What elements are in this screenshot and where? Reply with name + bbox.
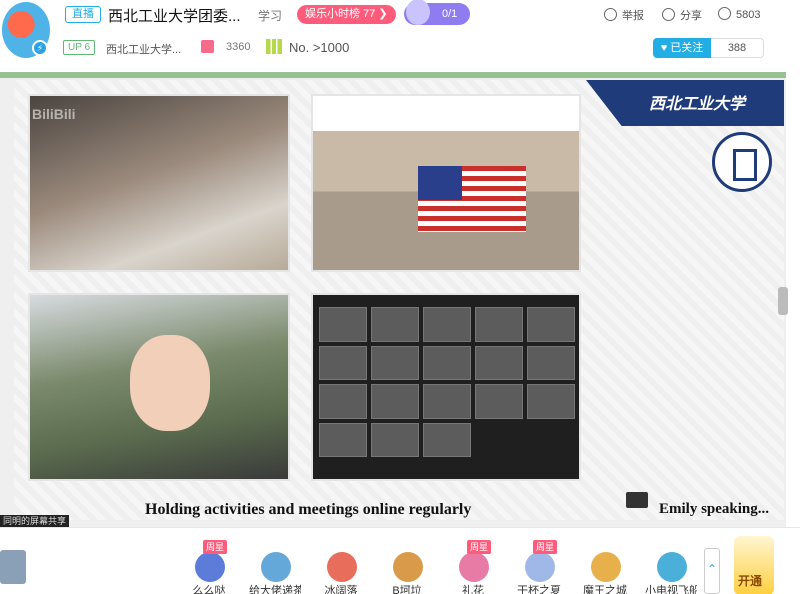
weekly-star-tag: 周星 xyxy=(203,540,228,554)
call-tile xyxy=(371,307,419,342)
call-tile xyxy=(527,307,575,342)
gift-icon xyxy=(459,552,489,582)
call-tile xyxy=(319,345,367,380)
call-tile xyxy=(423,422,471,457)
live-badge: 直播 xyxy=(65,6,101,23)
call-tile xyxy=(371,384,419,419)
gift-name: B坷垃 xyxy=(392,585,422,594)
weekly-star-tag: 周星 xyxy=(467,540,492,554)
gift-name: 礼花 xyxy=(462,585,484,594)
gift-name: 魔王之城 xyxy=(583,585,627,594)
video-call-grid xyxy=(319,307,575,457)
weekly-star-tag: 周星 xyxy=(533,540,558,554)
selfie-face xyxy=(130,335,210,431)
viewer-count: 5803 xyxy=(718,7,760,21)
call-tile xyxy=(475,384,523,419)
warning-icon xyxy=(604,8,617,21)
gift-icon xyxy=(201,40,214,53)
gift-name: 冰阔落 xyxy=(324,585,358,594)
call-tile xyxy=(371,345,419,380)
speaker-label: Emily speaking... xyxy=(659,501,770,517)
gift-name: 给大佬递茶 xyxy=(249,585,301,594)
task-progress-pill[interactable]: 0/1 xyxy=(404,0,470,25)
follower-count: 388 xyxy=(711,38,764,58)
open-label: 开通 xyxy=(738,574,763,588)
university-name: 西北工业大学 xyxy=(649,96,746,113)
photo-selfie xyxy=(28,293,290,481)
rank-bars-icon xyxy=(266,39,282,54)
gift-item[interactable]: 给大佬递茶 xyxy=(249,540,301,594)
bolt-icon: ⚡ xyxy=(32,40,48,56)
expand-gifts-button[interactable]: ⌃ xyxy=(704,548,720,594)
people-icon xyxy=(718,7,731,20)
call-tile xyxy=(475,345,523,380)
gift-name: 么么哒 xyxy=(192,585,226,594)
gift-name: 小电视飞船 xyxy=(645,585,697,594)
gift-pack-icon[interactable] xyxy=(0,550,26,584)
call-tile xyxy=(423,345,471,380)
photo-online-meeting xyxy=(311,293,581,481)
gift-item[interactable]: 周星么么哒 xyxy=(183,540,235,594)
category-link[interactable]: 学习 xyxy=(258,7,282,24)
call-tile xyxy=(527,384,575,419)
call-tile xyxy=(527,345,575,380)
room-title: 西北工业大学团委... xyxy=(108,8,241,25)
share-button[interactable]: 分享 xyxy=(662,7,702,23)
gift-item[interactable]: 周星干杯之夏 xyxy=(513,540,565,594)
report-label: 举报 xyxy=(622,10,644,22)
gift-icon xyxy=(525,552,555,582)
player-progress-strip xyxy=(0,72,786,78)
open-guard-button[interactable]: 开通 xyxy=(734,536,774,594)
call-tile xyxy=(423,307,471,342)
call-tile xyxy=(319,422,367,457)
gift-icon xyxy=(657,552,687,582)
gift-icon xyxy=(195,552,225,582)
watermark: BiliBili xyxy=(32,106,76,122)
us-flag-image xyxy=(418,166,526,232)
gift-name: 干杯之夏 xyxy=(517,585,561,594)
gift-item[interactable]: 周星礼花 xyxy=(447,540,499,594)
gift-icon xyxy=(591,552,621,582)
call-tile xyxy=(475,307,523,342)
gift-bar: 周星 么么哒 给大佬递茶 冰阔落 B坷垃 周星 礼花 周星 干杯之夏 魔王之城 小电视飞船 ⌃ 开通 xyxy=(0,527,800,594)
radio-icon xyxy=(626,492,648,508)
room-header: ⚡ 直播 西北工业大学团委... 学习 娱乐小时榜 77 ❯ 0/1 举报 分享… xyxy=(0,0,800,72)
follow-button[interactable]: ♥ 已关注 xyxy=(653,38,711,58)
call-tile xyxy=(371,422,419,457)
photo-workshop: BiliBili xyxy=(28,94,290,272)
call-tile xyxy=(423,384,471,419)
report-button[interactable]: 举报 xyxy=(604,7,644,23)
gift-icon xyxy=(327,552,357,582)
share-label: 分享 xyxy=(680,10,702,22)
call-tile xyxy=(319,384,367,419)
share-icon xyxy=(662,8,675,21)
gift-item[interactable]: 魔王之城 xyxy=(579,540,631,594)
video-player[interactable]: BiliBili 西北工业大学 Holding activities and m… xyxy=(0,72,788,528)
rank-text: No. >1000 xyxy=(289,40,350,55)
gift-icon xyxy=(393,552,423,582)
hourly-rank-pill[interactable]: 娱乐小时榜 77 ❯ xyxy=(297,5,396,24)
photo-flag-group xyxy=(311,94,581,272)
presentation-slide: BiliBili 西北工业大学 Holding activities and m… xyxy=(14,80,784,520)
mascot-icon xyxy=(406,0,430,25)
gift-item[interactable]: 小电视飞船 xyxy=(645,540,697,594)
anchor-name[interactable]: 西北工业大学... xyxy=(106,41,181,57)
task-progress: 0/1 xyxy=(442,8,458,20)
gift-icon xyxy=(261,552,291,582)
gift-item[interactable]: B坷垃 xyxy=(381,540,433,594)
viewer-count-value: 5803 xyxy=(736,9,761,21)
slide-caption: Holding activities and meetings online r… xyxy=(145,501,472,518)
gift-item[interactable]: 冰阔落 xyxy=(315,540,367,594)
gift-count: 3360 xyxy=(226,41,251,53)
call-tile xyxy=(319,307,367,342)
side-collapse-handle[interactable] xyxy=(778,287,788,315)
club-seal-logo xyxy=(712,132,772,192)
up-level-badge: UP 6 xyxy=(63,40,96,55)
